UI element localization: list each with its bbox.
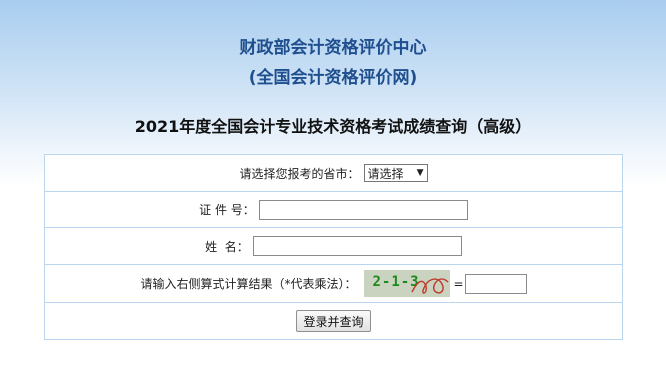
id-label: 证 件 号： — [199, 203, 255, 217]
name-row: 姓 名： — [45, 228, 622, 265]
org-name-title: 财政部会计资格评价中心 — [239, 38, 427, 58]
dropdown-arrow-icon: ▼ — [416, 168, 424, 178]
login-query-button[interactable]: 登录并查询 — [296, 310, 371, 332]
submit-row: 登录并查询 — [45, 303, 622, 339]
province-select[interactable]: 请选择 ▼ — [363, 164, 428, 182]
name-label: 姓 名： — [205, 239, 249, 254]
name-input[interactable] — [252, 236, 462, 256]
captcha-answer-input[interactable] — [464, 273, 527, 294]
province-row: 请选择您报考的省市： 请选择 ▼ — [45, 155, 622, 192]
captcha-image[interactable]: 2-1-3 — [364, 270, 451, 297]
exam-title: 2021年度全国会计专业技术资格考试成绩查询（高级） — [134, 117, 532, 136]
query-form: 请选择您报考的省市： 请选择 ▼ 证 件 号： 姓 名： 请输入右侧算式计算结果… — [44, 154, 623, 340]
id-number-input[interactable] — [258, 199, 468, 220]
captcha-row: 请输入右侧算式计算结果（*代表乘法）： 2-1-3 = — [45, 265, 622, 303]
org-website-subtitle: (全国会计资格评价网) — [248, 68, 418, 88]
equals-sign: = — [453, 276, 464, 291]
captcha-noise — [411, 278, 449, 294]
id-row: 证 件 号： — [45, 192, 622, 228]
captcha-label: 请输入右侧算式计算结果（*代表乘法）： — [140, 277, 357, 291]
province-label: 请选择您报考的省市： — [239, 166, 360, 181]
province-select-value: 请选择 — [367, 166, 404, 181]
